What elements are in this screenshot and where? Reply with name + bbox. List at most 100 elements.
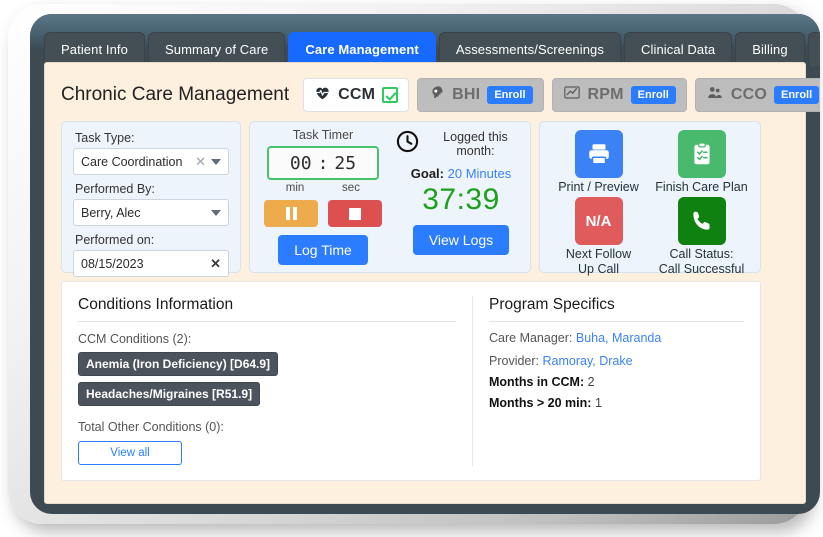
program-toggle-group: CCM BHI Enroll RPM Enroll CCO Enroll xyxy=(303,78,820,112)
head-brain-icon xyxy=(428,85,445,105)
timer-sec-label: sec xyxy=(342,182,360,194)
log-time-button[interactable]: Log Time xyxy=(278,235,368,265)
program-ccm[interactable]: CCM xyxy=(303,78,410,112)
na-badge[interactable]: N/A xyxy=(574,197,623,245)
care-management-page: Chronic Care Management CCM BHI Enroll R… xyxy=(44,62,820,504)
provider-label: Provider: xyxy=(489,354,540,368)
condition-chip[interactable]: Anemia (Iron Deficiency) [D64.9] xyxy=(78,352,279,376)
logged-this-month-row: Logged this month: xyxy=(396,130,526,158)
task-details-card: Task Type: Care Coordination ✕ Performed… xyxy=(61,121,241,277)
users-icon xyxy=(706,85,724,105)
goal-value: 20 Minutes xyxy=(447,166,512,181)
app-body: Patient Info Summary of Care Care Manage… xyxy=(30,14,820,514)
program-specifics-section: Program Specifics Care Manager: Buha, Ma… xyxy=(473,282,760,480)
pause-timer-button[interactable] xyxy=(264,200,318,227)
quick-actions-grid: Print / Preview Finish Care Plan N/A Nex… xyxy=(540,122,760,277)
tab-summary-of-care[interactable]: Summary of Care xyxy=(147,32,286,66)
logged-summary: Logged this month: Goal: 20 Minutes 37:3… xyxy=(396,130,526,255)
action-next-follow-up-call-label: Next Follow Up Call xyxy=(565,247,632,276)
program-specifics-title: Program Specifics xyxy=(489,296,744,322)
performed-by-label: Performed By: xyxy=(75,182,155,196)
tab-billing[interactable]: Billing xyxy=(735,32,805,66)
other-conditions-label: Total Other Conditions (0): xyxy=(78,420,224,434)
quick-actions-card: Print / Preview Finish Care Plan N/A Nex… xyxy=(539,121,761,276)
goal-label: Goal: xyxy=(410,166,444,181)
action-next-follow-up-call[interactable]: N/A Next Follow Up Call xyxy=(550,197,647,277)
program-rpm-label: RPM xyxy=(587,86,624,103)
logged-this-month-label: Logged this month: xyxy=(443,130,508,158)
performed-on-label: Performed on: xyxy=(75,233,155,247)
device-frame: Patient Info Summary of Care Care Manage… xyxy=(8,4,820,524)
condition-chip[interactable]: Headaches/Migraines [R51.9] xyxy=(78,382,261,406)
task-type-value: Care Coordination xyxy=(81,154,183,169)
stop-icon xyxy=(349,207,361,220)
tab-alerts[interactable]: Alerts xyxy=(807,32,820,66)
provider-row: Provider: Ramoray, Drake xyxy=(489,354,744,368)
program-bhi[interactable]: BHI Enroll xyxy=(417,78,544,112)
chevron-down-icon[interactable] xyxy=(211,158,221,165)
task-type-select[interactable]: Care Coordination ✕ xyxy=(73,148,229,175)
action-finish-care-plan[interactable]: Finish Care Plan xyxy=(653,130,750,195)
months-over-20-value: 1 xyxy=(594,396,602,410)
performed-on-value: 08/15/2023 xyxy=(81,256,144,271)
ccm-conditions-list: Anemia (Iron Deficiency) [D64.9] Headach… xyxy=(78,346,456,406)
tab-patient-info[interactable]: Patient Info xyxy=(44,32,145,66)
conditions-section-title: Conditions Information xyxy=(78,296,456,322)
months-in-ccm-label: Months in CCM: xyxy=(489,375,585,389)
program-rpm[interactable]: RPM Enroll xyxy=(551,78,687,112)
action-call-status[interactable]: Call Status: Call Successful xyxy=(653,197,750,277)
printer-icon[interactable] xyxy=(574,130,623,178)
chart-line-icon xyxy=(563,85,581,105)
provider-value[interactable]: Ramoray, Drake xyxy=(543,354,633,368)
tab-assessments-screenings[interactable]: Assessments/Screenings xyxy=(438,32,621,66)
care-manager-value[interactable]: Buha, Maranda xyxy=(576,331,661,345)
page-header: Chronic Care Management CCM BHI Enroll R… xyxy=(61,75,820,115)
conditions-section: Conditions Information CCM Conditions (2… xyxy=(62,282,472,480)
action-print-preview[interactable]: Print / Preview xyxy=(550,130,647,195)
task-timer-title: Task Timer xyxy=(292,128,354,142)
goal-line: Goal: 20 Minutes xyxy=(396,166,526,181)
performed-on-clear-icon[interactable]: ✕ xyxy=(210,256,221,272)
timer-separator: : xyxy=(317,152,329,174)
timer-seconds: 25 xyxy=(334,152,357,174)
task-timer-display[interactable]: 00 : 25 xyxy=(267,146,379,180)
pause-icon xyxy=(285,207,297,220)
ccm-conditions-label: CCM Conditions (2): xyxy=(78,332,192,346)
program-cco[interactable]: CCO Enroll xyxy=(694,78,820,112)
months-over-20-label: Months > 20 min: xyxy=(489,396,592,410)
phone-icon[interactable] xyxy=(677,197,726,245)
view-logs-button[interactable]: View Logs xyxy=(412,225,510,255)
action-print-preview-label: Print / Preview xyxy=(558,180,639,194)
chevron-down-icon[interactable] xyxy=(211,209,221,216)
action-finish-care-plan-label: Finish Care Plan xyxy=(655,180,748,194)
cco-enroll-button[interactable]: Enroll xyxy=(773,86,820,104)
screen: Patient Info Summary of Care Care Manage… xyxy=(30,14,820,514)
months-in-ccm-value: 2 xyxy=(587,375,595,389)
timer-controls xyxy=(264,200,382,227)
care-manager-row: Care Manager: Buha, Maranda xyxy=(489,331,744,345)
performed-by-select[interactable]: Berry, Alec xyxy=(73,199,229,226)
view-all-conditions-button[interactable]: View all xyxy=(78,441,182,465)
tab-clinical-data[interactable]: Clinical Data xyxy=(623,32,733,66)
months-in-ccm-row: Months in CCM: 2 xyxy=(489,375,744,389)
program-ccm-label: CCM xyxy=(338,86,376,103)
timer-unit-labels: min sec xyxy=(267,182,379,194)
rpm-enroll-button[interactable]: Enroll xyxy=(630,86,676,104)
months-over-20-row: Months > 20 min: 1 xyxy=(489,396,744,410)
tab-care-management[interactable]: Care Management xyxy=(288,32,436,66)
clipboard-check-icon[interactable] xyxy=(677,130,726,178)
program-bhi-label: BHI xyxy=(452,86,481,103)
task-type-clear-icon[interactable]: ✕ xyxy=(190,154,211,170)
stop-timer-button[interactable] xyxy=(328,200,382,227)
tabbar: Patient Info Summary of Care Care Manage… xyxy=(30,28,820,66)
performed-on-input[interactable]: 08/15/2023 ✕ xyxy=(73,250,229,277)
timer-minutes: 00 xyxy=(289,152,312,174)
timer-min-label: min xyxy=(285,182,305,194)
ccm-enrolled-checkbox[interactable] xyxy=(382,87,399,103)
page-title: Chronic Care Management xyxy=(61,84,290,105)
lower-panel: Conditions Information CCM Conditions (2… xyxy=(61,281,761,481)
bhi-enroll-button[interactable]: Enroll xyxy=(487,86,533,104)
heart-pulse-icon xyxy=(314,85,331,105)
program-cco-label: CCO xyxy=(730,86,767,103)
action-call-status-label: Call Status: Call Successful xyxy=(658,247,745,276)
